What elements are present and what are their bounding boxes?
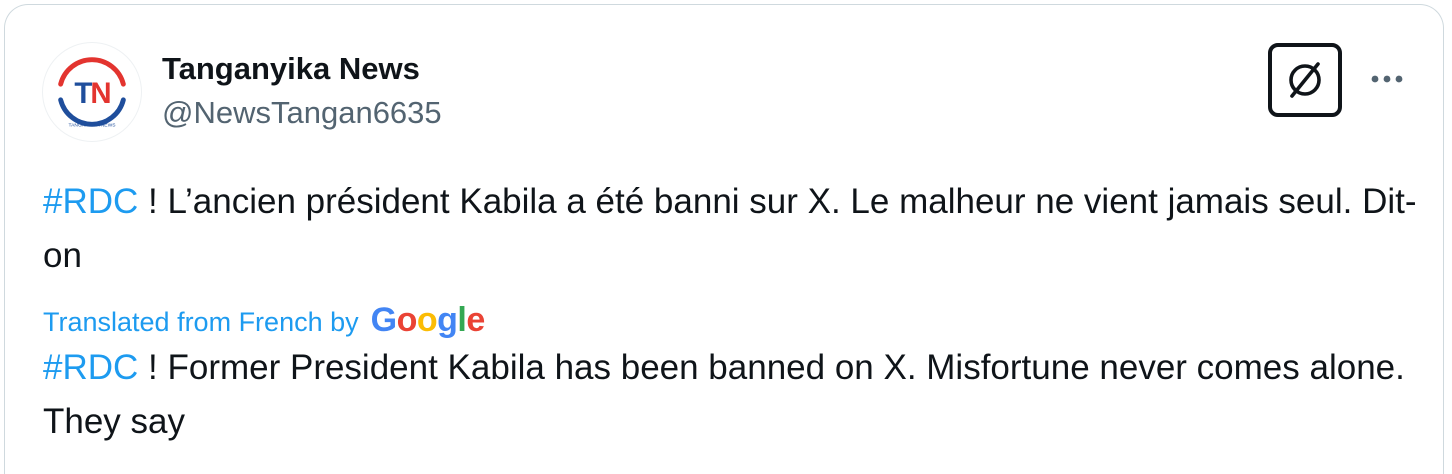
tweet-header: Tanganyika News @NewsTangan6635 (162, 49, 442, 135)
tanganyika-news-logo-icon: TN TANGANYIKA NEWS (58, 57, 126, 128)
hashtag-link[interactable]: #RDC (43, 182, 138, 221)
grok-slash-circle-icon (1289, 62, 1321, 98)
google-logo: Google (370, 301, 486, 339)
author-handle[interactable]: @NewsTangan6635 (162, 91, 442, 135)
tweet-translated-text: #RDC ! Former President Kabila has been … (43, 341, 1423, 449)
tweet-original-text: #RDC ! L’ancien président Kabila a été b… (43, 175, 1423, 283)
more-options-button[interactable] (1363, 63, 1411, 95)
author-display-name[interactable]: Tanganyika News (162, 49, 442, 89)
tweet-card: TN TANGANYIKA NEWS Tanganyika News @News… (4, 4, 1444, 474)
avatar[interactable]: TN TANGANYIKA NEWS (42, 42, 142, 142)
original-text-body: ! L’ancien président Kabila a été banni … (43, 182, 1417, 275)
svg-text:TN: TN (74, 77, 110, 110)
more-horizontal-icon (1371, 75, 1403, 83)
translated-from-label[interactable]: Translated from French by (43, 307, 359, 338)
hashtag-link[interactable]: #RDC (43, 348, 138, 387)
grok-button[interactable] (1268, 43, 1342, 117)
translated-text-body: ! Former President Kabila has been banne… (43, 348, 1405, 441)
translation-attribution: Translated from French by Google (43, 297, 485, 347)
svg-text:TANGANYIKA NEWS: TANGANYIKA NEWS (69, 122, 117, 128)
